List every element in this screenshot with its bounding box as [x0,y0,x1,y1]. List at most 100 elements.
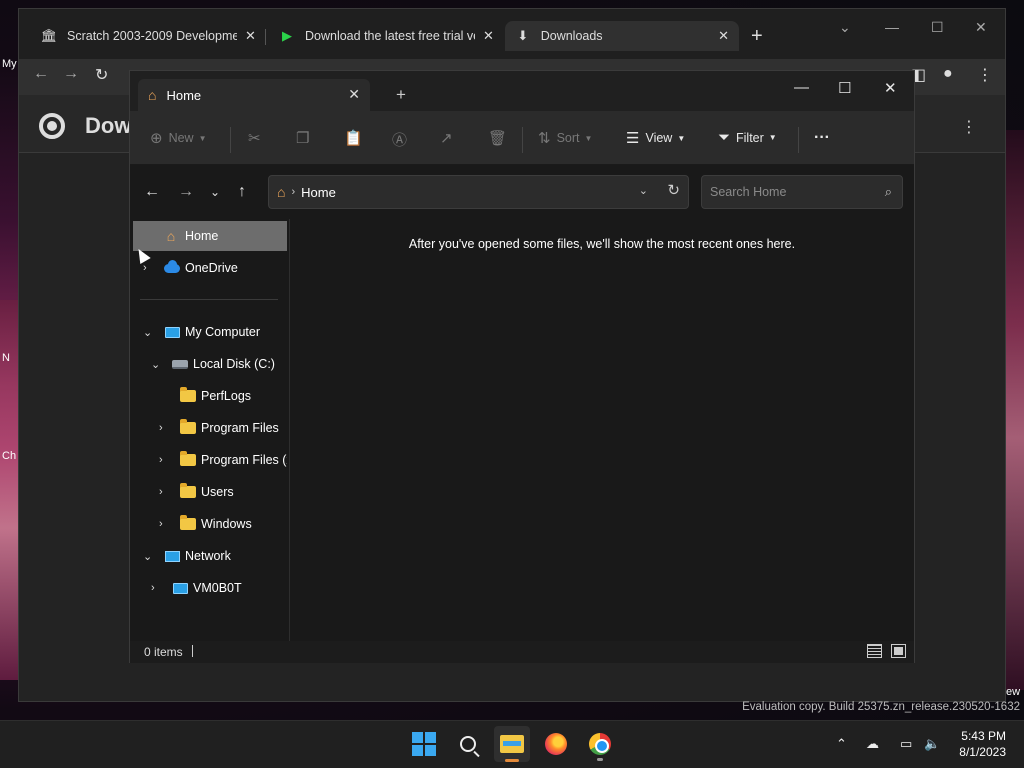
play-arrow-icon: ▶ [282,28,292,43]
clock-time: 5:43 PM [961,729,1006,743]
delete-button[interactable]: 🗑 [488,129,513,147]
view-label: View [645,131,673,145]
new-button[interactable]: ⊕ New ▼ [150,129,207,147]
empty-state-message: After you've opened some files, we'll sh… [408,237,796,251]
desktop-label-mid1: N [2,352,10,364]
chevron-right-icon[interactable]: › [159,454,163,466]
copy-icon: ❐ [296,130,310,147]
minimize-button[interactable]: — [794,79,809,96]
nav-item-label: Program Files (x [201,453,287,467]
nav-item-label: Windows [201,517,252,531]
chrome-tab-downloads[interactable]: ⬇ Downloads ✕ [505,21,739,51]
close-window-button[interactable]: ✕ [975,19,987,36]
search-box[interactable]: ⌕ [701,175,903,209]
nav-item-home[interactable]: ⌂ Home [133,221,287,251]
minimize-button[interactable]: — [885,19,899,35]
taskbar-file-explorer[interactable] [494,726,530,762]
cut-button[interactable]: ✂ [248,129,267,147]
chevron-down-icon[interactable]: ⌄ [151,358,160,371]
chevron-right-icon[interactable]: › [143,262,147,274]
rename-button[interactable]: Ⓐ [392,129,413,150]
address-bar[interactable]: ⌂ › Home ⌄ ↻ [268,175,689,209]
close-icon[interactable]: ✕ [245,28,256,44]
command-separator [522,127,523,153]
file-list-area[interactable]: After you've opened some files, we'll sh… [290,219,914,641]
copy-button[interactable]: ❐ [296,129,315,147]
chevron-right-icon: › [291,186,296,198]
details-view-icon[interactable] [867,644,882,658]
back-icon[interactable]: ← [33,65,49,83]
close-icon[interactable]: ✕ [483,28,494,44]
nav-item-local-disk[interactable]: ⌄ Local Disk (C:) [133,349,287,379]
computer-icon [164,324,180,340]
nav-item-label: PerfLogs [201,389,252,403]
chevron-down-icon: ▼ [677,133,686,143]
nav-item-perflogs[interactable]: PerfLogs [133,381,287,411]
nav-item-program-files[interactable]: › Program Files [133,413,287,443]
profile-icon[interactable]: ● [943,65,953,83]
tiles-view-icon[interactable] [891,644,906,658]
reload-icon[interactable]: ↻ [95,65,108,85]
menu-icon[interactable]: ⋮ [977,65,993,85]
nav-item-my-computer[interactable]: ⌄ My Computer [133,317,287,347]
close-icon[interactable]: ✕ [718,28,729,44]
back-icon[interactable]: ← [144,183,160,201]
chevron-down-icon[interactable]: ⌄ [839,19,851,36]
forward-icon[interactable]: → [178,183,194,201]
view-button[interactable]: ☰ View ▼ [626,129,685,147]
chevron-up-icon[interactable]: ⌃ [836,736,847,752]
chevron-down-icon[interactable]: ⌄ [639,184,648,197]
nav-item-onedrive[interactable]: › OneDrive [133,253,287,283]
chevron-right-icon[interactable]: › [159,486,163,498]
nav-item-users[interactable]: › Users [133,477,287,507]
nav-item-label: Program Files [201,421,279,435]
cloud-off-icon[interactable]: ☁ [866,736,879,752]
chrome-tab-download-trial[interactable]: ▶ Download the latest free trial ver ✕ [269,21,504,51]
new-tab-button[interactable]: + [396,85,406,105]
close-window-button[interactable]: ✕ [884,79,897,97]
nav-item-vm[interactable]: › VM0B0T [133,573,287,603]
maximize-button[interactable]: ☐ [931,19,944,36]
more-options-icon[interactable]: ⋮ [961,117,977,137]
share-button[interactable]: ↗ [440,129,459,147]
maximize-button[interactable]: ☐ [838,79,851,97]
filter-button[interactable]: ⏷ Filter ▼ [718,129,777,146]
system-clock[interactable]: 5:43 PM 8/1/2023 [959,728,1006,760]
search-input[interactable] [710,185,870,199]
chevron-right-icon[interactable]: › [159,518,163,530]
nav-item-windows[interactable]: › Windows [133,509,287,539]
refresh-icon[interactable]: ↻ [667,181,680,199]
disk-icon [172,356,188,372]
chrome-tab-scratch[interactable]: 🏛 Scratch 2003-2009 Development ✕ [31,21,266,51]
filter-icon: ⏷ [718,129,731,146]
folder-icon [180,419,196,436]
recent-locations-icon[interactable]: ⌄ [210,185,220,199]
search-button[interactable] [450,726,486,762]
more-options-button[interactable]: ··· [814,129,830,147]
clock-date: 8/1/2023 [959,745,1006,759]
explorer-tab-home[interactable]: ⌂ Home ✕ [138,79,370,111]
tab-separator [265,29,266,45]
forward-icon[interactable]: → [63,65,79,83]
nav-item-label: My Computer [185,325,261,339]
chevron-down-icon[interactable]: ⌄ [143,326,152,339]
close-icon[interactable]: ✕ [348,86,360,103]
volume-icon[interactable]: 🔈 [924,736,940,752]
nav-item-program-files-x86[interactable]: › Program Files (x [133,445,287,475]
paste-button[interactable]: 📋 [344,129,369,147]
chevron-right-icon[interactable]: › [151,582,155,594]
new-tab-button[interactable]: + [751,25,763,48]
network-icon [164,548,180,564]
folder-icon [180,515,196,532]
chevron-right-icon[interactable]: › [159,422,163,434]
sort-button[interactable]: ⇅ Sort ▼ [538,129,592,147]
status-separator [192,645,193,657]
chevron-down-icon[interactable]: ⌄ [143,550,152,563]
taskbar-firefox[interactable] [538,726,574,762]
trash-icon: 🗑 [488,130,508,147]
taskbar-chrome[interactable] [582,726,618,762]
up-icon[interactable]: ↑ [238,183,246,201]
start-button[interactable] [406,726,442,762]
network-status-icon[interactable]: ▭ [900,736,912,752]
nav-item-network[interactable]: ⌄ Network [133,541,287,571]
